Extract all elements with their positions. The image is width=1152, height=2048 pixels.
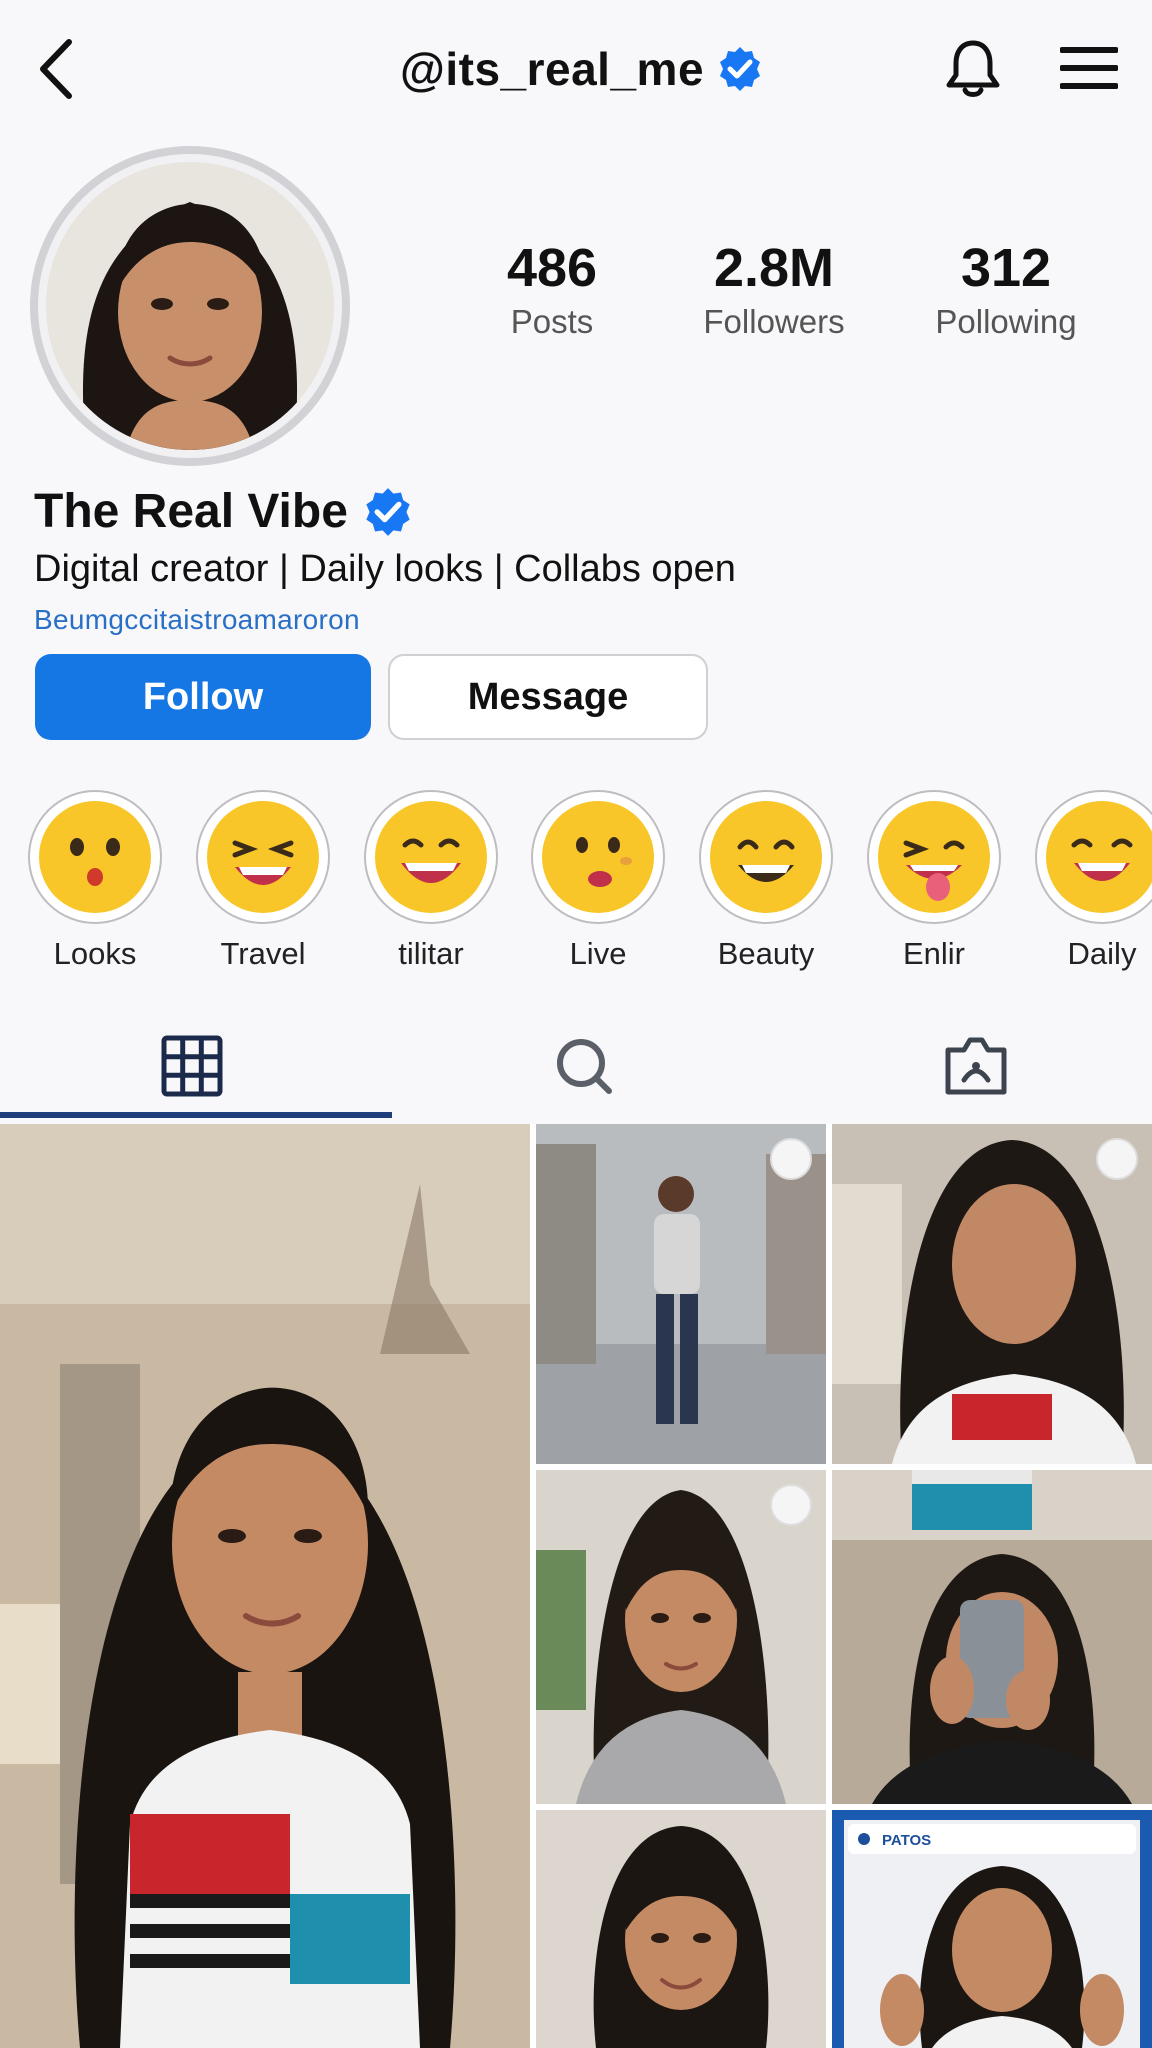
highlight-live[interactable]: Live [528,790,668,972]
post-tile-portrait[interactable] [536,1470,826,1804]
post-photo [832,1470,1152,1804]
profile-handle: @its_real_me [400,36,764,102]
stat-following[interactable]: 312 Pollowing [916,236,1096,344]
stat-label: Posts [510,303,594,340]
avatar-ring[interactable] [30,146,350,466]
highlight-label: Daily [1067,936,1137,971]
highlight-label: Travel [220,936,306,971]
post-photo [832,1810,1152,2048]
post-tile-screenshot[interactable]: PATOS [832,1810,1152,2048]
highlight-ring [699,790,833,924]
notifications-button[interactable] [938,32,1008,104]
post-tile-mirror-selfie[interactable] [832,1470,1152,1804]
highlight-ring [28,790,162,924]
highlight-ring [196,790,330,924]
avatar [46,162,334,450]
highlight-travel[interactable]: Travel [193,790,333,972]
surprised-face-emoji-icon [39,801,151,913]
post-tile-street[interactable] [536,1124,826,1464]
highlight-beauty[interactable]: Beauty [696,790,836,972]
multi-post-indicator [770,1138,812,1180]
multi-post-indicator [770,1484,812,1526]
stat-count: 486 [506,238,598,298]
active-tab-indicator [0,1112,392,1118]
highlight-label: Looks [53,936,137,971]
back-button[interactable] [26,34,86,104]
highlight-label: Beauty [717,936,815,971]
highlight-ring [364,790,498,924]
grinning-squint-emoji-icon [207,801,319,913]
hamburger-menu-icon [1060,47,1118,89]
highlight-ring [531,790,665,924]
highlight-enlir[interactable]: Enlir [864,790,1004,972]
kissing-face-emoji-icon [542,801,654,913]
tab-posts-grid[interactable] [0,1010,384,1122]
avatar-photo [46,162,334,450]
highlight-looks[interactable]: Looks [25,790,165,972]
post-photo [536,1810,826,2048]
card-label: PATOS [882,1832,932,1849]
back-arrow-icon [40,39,72,99]
post-tile-featured[interactable] [0,1124,530,2048]
highlight-label: tilitar [398,936,464,971]
display-name: The Real Vibe [34,484,414,539]
highlight-daily[interactable]: Daily [1032,790,1152,972]
menu-button[interactable] [1054,36,1124,100]
stat-label: Followers [703,303,845,340]
top-bar: @its_real_me [0,0,1152,140]
highlight-tilitar[interactable]: tilitar [361,790,501,972]
username-text: @its_real_me [400,43,705,95]
verified-badge-icon [720,47,761,91]
post-photo [0,1124,530,2048]
follow-button[interactable]: Follow [35,654,371,740]
post-tile-smile[interactable] [536,1810,826,2048]
bell-icon [946,40,1000,97]
stat-posts[interactable]: 486 Posts [462,236,642,344]
grinning-face-emoji-icon [375,801,487,913]
smiling-face-emoji-icon [710,801,822,913]
stat-count: 312 [960,238,1052,298]
multi-post-indicator [1096,1138,1138,1180]
grinning-squint-emoji-icon [1046,801,1152,913]
tongue-out-wink-emoji-icon [878,801,990,913]
tagged-icon [945,1037,1007,1095]
tab-reels[interactable] [392,1010,776,1122]
stat-label: Pollowing [935,303,1077,340]
highlight-label: Enlir [902,936,965,971]
highlight-ring [867,790,1001,924]
stat-followers[interactable]: 2.8M Followers [684,236,864,344]
stat-count: 2.8M [713,238,835,298]
display-name-text: The Real Vibe [34,485,348,538]
verified-badge-icon [366,487,410,536]
posts-grid: PATOS [0,1124,1152,2048]
bio-link[interactable]: Beumgccitaistroamaroron [34,604,360,636]
highlight-ring [1035,790,1152,924]
post-tile-blur[interactable] [832,1124,1152,1464]
profile-tabs [0,1010,1152,1122]
message-button[interactable]: Message [388,654,708,740]
search-reels-icon [557,1039,612,1094]
tab-tagged[interactable] [784,1010,1152,1122]
highlight-label: Live [569,936,627,971]
bio-text: Digital creator | Daily looks | Collabs … [34,548,736,590]
grid-icon [161,1035,223,1097]
